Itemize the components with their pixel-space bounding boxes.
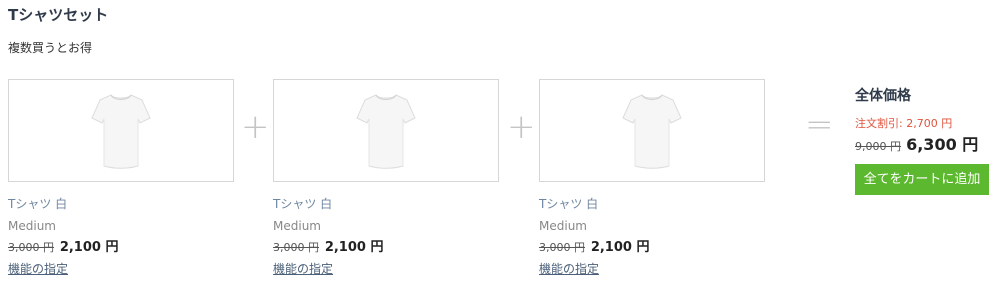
bundle-title: Tシャツセット <box>8 6 109 24</box>
bundle-summary: 全体価格 注文割引: 2,700 円 9,000 円 6,300 円 全てをカー… <box>855 86 995 195</box>
product-new-price: 2,100 円 <box>59 240 119 255</box>
product-image[interactable] <box>273 79 499 182</box>
product-name[interactable]: Tシャツ 白 <box>273 196 501 212</box>
equals-sign: = <box>805 105 834 145</box>
total-prices: 9,000 円 6,300 円 <box>855 134 995 158</box>
add-all-to-cart-button[interactable]: 全てをカートに追加 <box>855 164 989 195</box>
product-variant: Medium <box>8 219 56 233</box>
order-discount: 注文割引: 2,700 円 <box>855 117 953 130</box>
bundle-product: Tシャツ 白 Medium 3,000 円 2,100 円 機能の指定 <box>273 79 501 277</box>
product-prices: 3,000 円 2,100 円 <box>8 238 236 257</box>
product-old-price: 3,000 円 <box>273 241 319 254</box>
product-prices: 3,000 円 2,100 円 <box>273 238 501 257</box>
product-variant: Medium <box>273 219 321 233</box>
product-new-price: 2,100 円 <box>590 240 650 255</box>
bundle-subtitle: 複数買うとお得 <box>8 41 93 55</box>
product-image[interactable] <box>8 79 234 182</box>
product-old-price: 3,000 円 <box>8 241 54 254</box>
product-options-link[interactable]: 機能の指定 <box>539 261 599 277</box>
tshirt-icon <box>356 94 416 169</box>
tshirt-icon <box>622 94 682 169</box>
product-old-price: 3,000 円 <box>539 241 585 254</box>
plus-sign: + <box>507 107 536 147</box>
product-options-link[interactable]: 機能の指定 <box>273 261 333 277</box>
bundle-product: Tシャツ 白 Medium 3,000 円 2,100 円 機能の指定 <box>539 79 767 277</box>
plus-sign: + <box>241 107 270 147</box>
product-image[interactable] <box>539 79 765 182</box>
product-variant: Medium <box>539 219 587 233</box>
total-new-price: 6,300 円 <box>906 135 979 154</box>
total-old-price: 9,000 円 <box>855 140 901 153</box>
product-new-price: 2,100 円 <box>324 240 384 255</box>
bundle-product: Tシャツ 白 Medium 3,000 円 2,100 円 機能の指定 <box>8 79 236 277</box>
product-prices: 3,000 円 2,100 円 <box>539 238 767 257</box>
product-options-link[interactable]: 機能の指定 <box>8 261 68 277</box>
total-price-heading: 全体価格 <box>855 88 911 104</box>
tshirt-icon <box>91 94 151 169</box>
product-name[interactable]: Tシャツ 白 <box>539 196 767 212</box>
product-name[interactable]: Tシャツ 白 <box>8 196 236 212</box>
